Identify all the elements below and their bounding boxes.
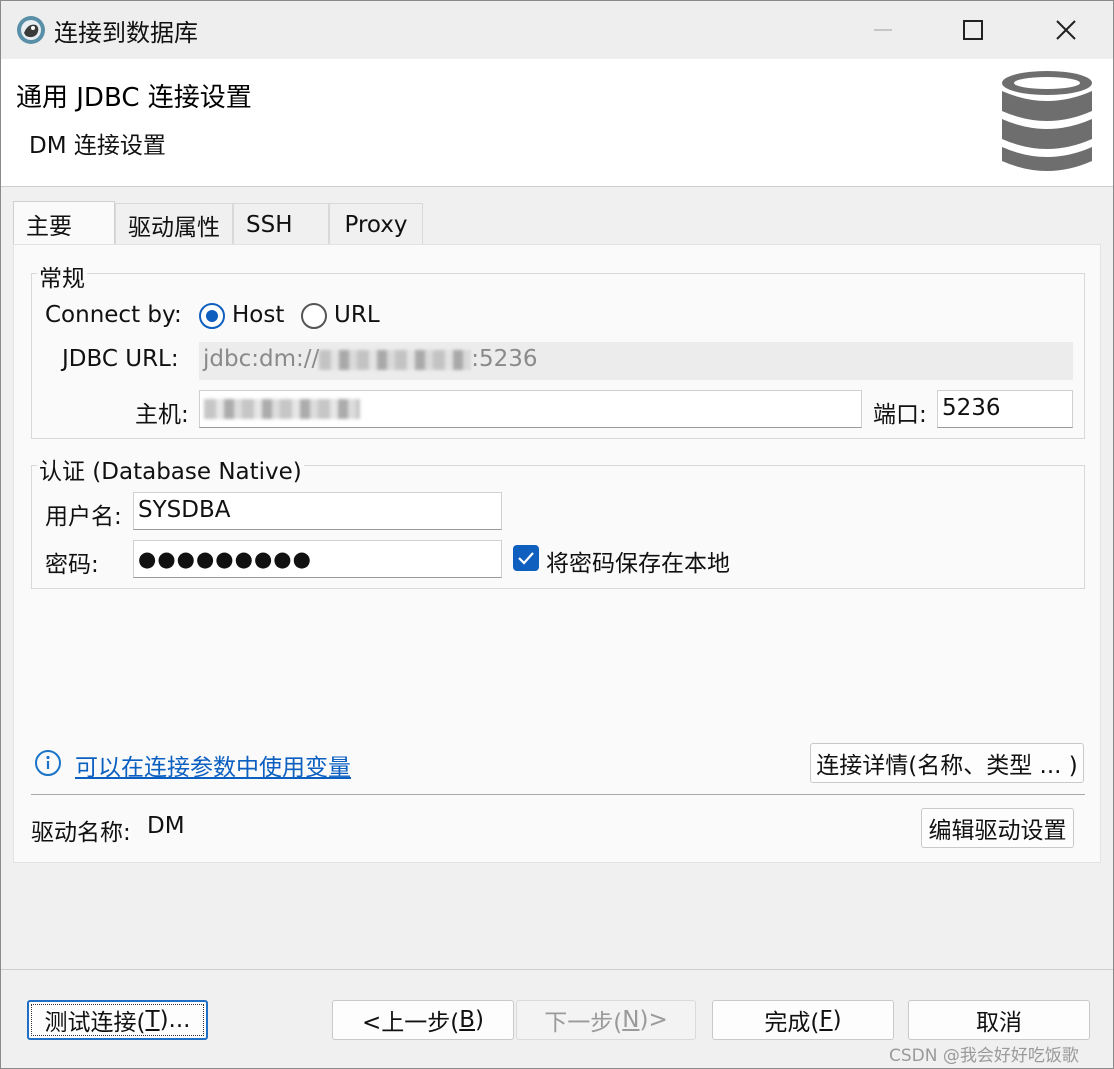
port-label: 端口:: [873, 402, 927, 428]
maximize-button[interactable]: [927, 1, 1019, 59]
general-group-title: 常规: [37, 259, 87, 293]
database-icon: [1002, 71, 1092, 171]
connect-by-host-radio[interactable]: [199, 303, 225, 329]
window-title: 连接到数据库: [54, 19, 198, 47]
driver-name-value: DM: [147, 813, 185, 839]
checkmark-icon: [518, 552, 534, 565]
jdbc-url-prefix: jdbc:dm://: [203, 346, 320, 372]
variables-help-link[interactable]: 可以在连接参数中使用变量: [75, 748, 351, 782]
dbeaver-app-icon: [17, 16, 45, 44]
port-field[interactable]: 5236: [937, 390, 1073, 428]
next-button[interactable]: 下一步(N)>: [516, 1000, 696, 1040]
close-button[interactable]: [1020, 1, 1112, 59]
tab-driver-properties[interactable]: 驱动属性: [115, 203, 233, 245]
connection-dialog: 连接到数据库 通用 JDBC 连接设置 DM 连接设置 主要 驱动属性 SSH …: [0, 0, 1114, 1069]
edit-driver-settings-button[interactable]: 编辑驱动设置: [921, 808, 1074, 848]
minimize-button[interactable]: [837, 1, 929, 59]
jdbc-url-suffix: :5236: [471, 346, 538, 372]
page-subtitle: DM 连接设置: [29, 133, 166, 159]
back-mnemonic: B: [459, 1007, 476, 1033]
password-field[interactable]: ●●●●●●●●●: [133, 540, 502, 578]
next-suffix: )>: [639, 1007, 668, 1033]
maximize-icon: [963, 20, 983, 40]
connection-details-button[interactable]: 连接详情(名称、类型 ... ): [810, 743, 1084, 783]
back-label: <上一步(: [361, 1010, 460, 1036]
host-label: 主机:: [135, 402, 189, 428]
redacted-host: [319, 349, 472, 370]
connect-by-url-label[interactable]: URL: [334, 302, 380, 328]
test-connection-label: 测试连接(: [44, 1010, 146, 1036]
title-bar: 连接到数据库: [1, 1, 1113, 59]
page-title: 通用 JDBC 连接设置: [16, 83, 252, 113]
connect-by-label: Connect by:: [45, 302, 182, 328]
finish-mnemonic: F: [819, 1007, 833, 1033]
divider: [31, 794, 1085, 795]
redacted-host: [204, 398, 360, 419]
finish-label: 完成(: [764, 1010, 820, 1036]
save-password-label[interactable]: 将密码保存在本地: [546, 544, 730, 578]
host-field[interactable]: [199, 390, 862, 428]
test-connection-mnemonic: T: [145, 1007, 160, 1033]
tab-main[interactable]: 主要: [13, 201, 115, 245]
next-mnemonic: N: [622, 1007, 640, 1033]
username-field[interactable]: SYSDBA: [133, 492, 502, 530]
cancel-button[interactable]: 取消: [908, 1000, 1090, 1040]
next-label: 下一步(: [544, 1010, 623, 1036]
footer-divider: [1, 969, 1113, 970]
back-button[interactable]: <上一步(B): [332, 1000, 514, 1040]
close-icon: [1056, 20, 1076, 40]
wizard-header: 通用 JDBC 连接设置 DM 连接设置: [1, 59, 1113, 187]
info-icon: [35, 750, 61, 776]
jdbc-url-field[interactable]: jdbc:dm:// :5236: [199, 342, 1073, 380]
save-password-checkbox[interactable]: [513, 545, 539, 571]
tab-bar: 主要 驱动属性 SSH Proxy: [13, 201, 423, 245]
test-connection-suffix: )...: [159, 1007, 191, 1033]
driver-name-label: 驱动名称:: [31, 820, 131, 846]
connect-by-host-label[interactable]: Host: [232, 302, 284, 328]
connect-by-url-radio[interactable]: [301, 303, 327, 329]
password-label: 密码:: [45, 552, 99, 578]
finish-suffix: ): [832, 1007, 842, 1033]
test-connection-button[interactable]: 测试连接(T)...: [27, 1000, 208, 1040]
back-suffix: ): [475, 1007, 484, 1033]
tab-proxy[interactable]: Proxy: [329, 203, 423, 245]
finish-button[interactable]: 完成(F): [712, 1000, 894, 1040]
jdbc-url-label: JDBC URL:: [62, 346, 179, 372]
tab-ssh[interactable]: SSH: [233, 203, 329, 245]
watermark: CSDN @我会好好吃饭歌: [889, 1046, 1079, 1066]
minimize-icon: [874, 29, 892, 31]
auth-group-title: 认证 (Database Native): [37, 452, 304, 486]
username-label: 用户名:: [45, 504, 122, 530]
